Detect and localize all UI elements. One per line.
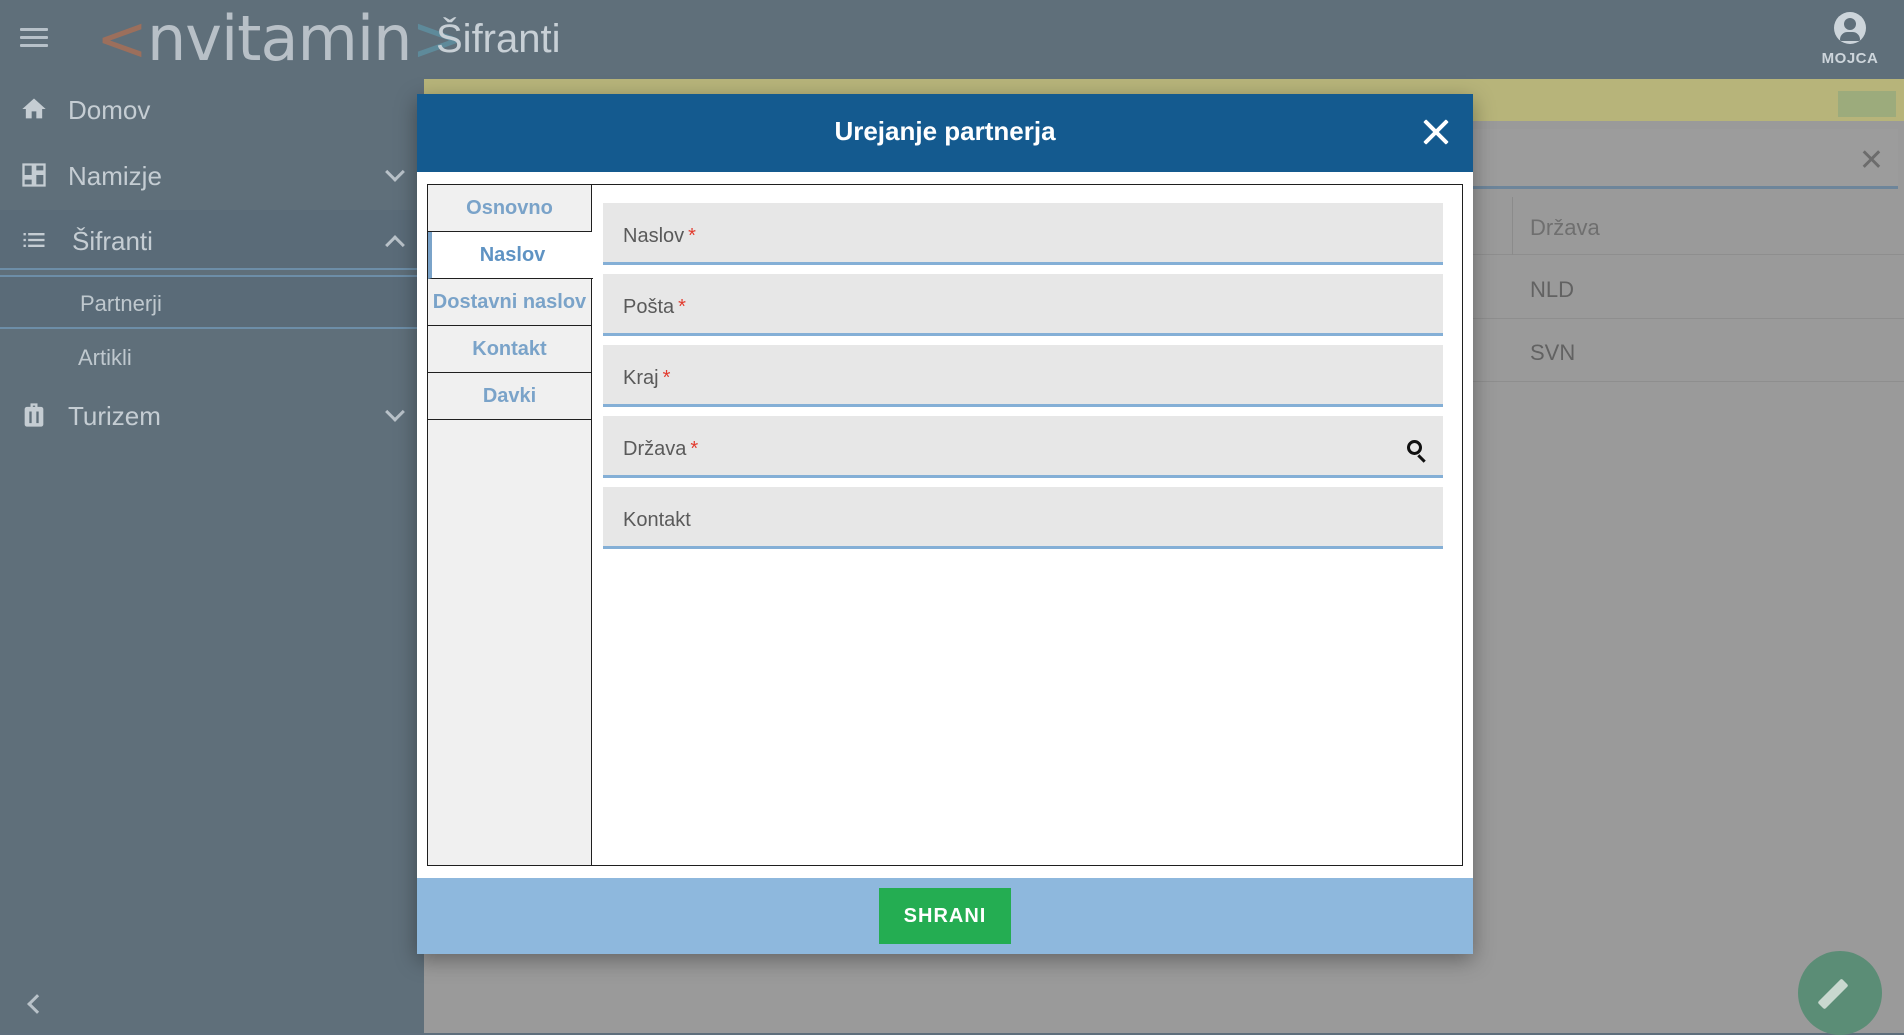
- top-bar: <nvitamin> Šifranti MOJCA: [0, 0, 1904, 79]
- naslov-input[interactable]: [603, 203, 1443, 262]
- sidebar: Domov Namizje Šifranti Partnerji Artikli…: [0, 79, 424, 1033]
- dialog-footer: SHRANI: [417, 878, 1473, 954]
- edit-partner-dialog: Urejanje partnerja Osnovno Naslov Dostav…: [417, 94, 1473, 954]
- table-cell-drzava: SVN: [1530, 340, 1576, 365]
- dialog-body: Osnovno Naslov Dostavni naslov Kontakt D…: [427, 184, 1463, 866]
- posta-input[interactable]: [603, 274, 1443, 333]
- edit-fab-button[interactable]: [1798, 951, 1882, 1035]
- tab-osnovno[interactable]: Osnovno: [428, 185, 591, 232]
- kraj-input[interactable]: [603, 345, 1443, 404]
- drzava-field[interactable]: Država *: [603, 416, 1443, 478]
- user-name: MOJCA: [1821, 50, 1879, 67]
- close-icon[interactable]: [1419, 116, 1453, 150]
- account-icon: [1834, 12, 1866, 44]
- column-separator: [1512, 197, 1513, 255]
- luggage-icon: [24, 403, 44, 427]
- sidebar-subitem-artikli[interactable]: Artikli: [0, 331, 424, 385]
- kraj-field[interactable]: Kraj *: [603, 345, 1443, 407]
- tab-davki[interactable]: Davki: [428, 373, 591, 420]
- chevron-down-icon: [385, 162, 405, 182]
- tab-naslov[interactable]: Naslov: [428, 232, 593, 279]
- list-icon: [23, 233, 45, 247]
- kontakt-input[interactable]: [603, 487, 1443, 546]
- sidebar-subitem-partnerji[interactable]: Partnerji: [0, 275, 424, 329]
- tab-kontakt[interactable]: Kontakt: [428, 326, 591, 373]
- chevron-down-icon: [385, 402, 405, 422]
- dashboard-icon: [22, 163, 46, 187]
- kontakt-field[interactable]: Kontakt: [603, 487, 1443, 549]
- search-icon[interactable]: [1407, 440, 1429, 463]
- collapse-sidebar-icon[interactable]: [27, 994, 47, 1014]
- clear-search-icon[interactable]: ✕: [1859, 143, 1884, 178]
- drzava-input[interactable]: [603, 416, 1443, 475]
- dialog-tabs: Osnovno Naslov Dostavni naslov Kontakt D…: [428, 185, 593, 865]
- notice-toggle[interactable]: [1838, 91, 1896, 117]
- sidebar-item-domov[interactable]: Domov: [0, 79, 424, 139]
- app-logo[interactable]: <nvitamin>: [96, 2, 463, 75]
- pencil-icon: [1817, 978, 1849, 1010]
- sidebar-item-sifranti[interactable]: Šifranti: [0, 210, 424, 270]
- naslov-field[interactable]: Naslov *: [603, 203, 1443, 265]
- save-button[interactable]: SHRANI: [879, 888, 1011, 944]
- sidebar-item-namizje[interactable]: Namizje: [0, 145, 424, 205]
- dialog-header: Urejanje partnerja: [417, 94, 1473, 172]
- page-title: Šifranti: [436, 17, 561, 61]
- user-menu[interactable]: MOJCA: [1816, 12, 1884, 67]
- home-icon: [22, 98, 46, 119]
- menu-icon[interactable]: [20, 28, 48, 48]
- table-cell-drzava: NLD: [1530, 277, 1575, 302]
- sidebar-item-turizem[interactable]: Turizem: [0, 385, 424, 445]
- dialog-title: Urejanje partnerja: [834, 116, 1056, 146]
- chevron-up-icon: [385, 235, 405, 255]
- tab-dostavni-naslov[interactable]: Dostavni naslov: [428, 279, 591, 326]
- posta-field[interactable]: Pošta *: [603, 274, 1443, 336]
- column-header-drzava[interactable]: Država: [1530, 215, 1600, 241]
